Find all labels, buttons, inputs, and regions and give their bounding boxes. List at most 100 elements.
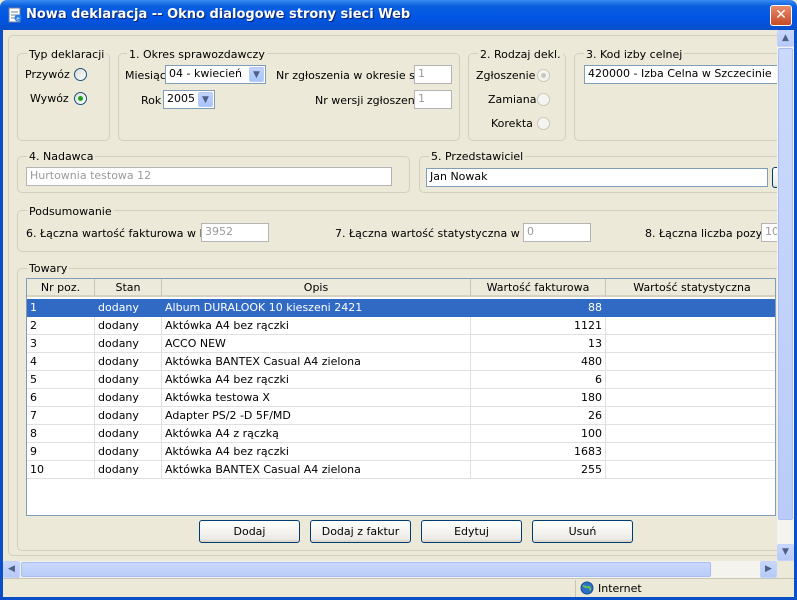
cell-statystyczna: [606, 407, 775, 425]
table-row[interactable]: 10 dodany Aktówka BANTEX Casual A4 zielona…: [27, 461, 775, 479]
usun-button[interactable]: Usuń: [532, 520, 633, 543]
table-header: Nr poz. Stan Opis Wartość fakturowa Wart…: [27, 279, 775, 297]
window-title: Nowa deklaracja -- Okno dialogowe strony…: [26, 7, 411, 22]
cell-opis: Aktówka testowa X: [162, 389, 471, 407]
zgloszenie-radio[interactable]: [537, 69, 550, 82]
status-bar: Internet: [3, 578, 794, 597]
table-row[interactable]: 3 dodany ACCO NEW 13: [27, 335, 775, 353]
cell-nr: 2: [27, 317, 95, 335]
close-button[interactable]: ✕: [770, 5, 792, 26]
cell-stan: dodany: [95, 317, 162, 335]
column-header-nr[interactable]: Nr poz.: [27, 279, 95, 297]
horizontal-scrollbar[interactable]: ◀ ▶: [3, 561, 777, 578]
cell-stan: dodany: [95, 299, 162, 317]
cell-nr: 4: [27, 353, 95, 371]
zamiana-label: Zamiana: [488, 93, 537, 106]
cell-nr: 9: [27, 443, 95, 461]
przywoz-radio[interactable]: [74, 68, 87, 81]
table-row[interactable]: 5 dodany Aktówka A4 bez rączki 6: [27, 371, 775, 389]
towary-table[interactable]: Nr poz. Stan Opis Wartość fakturowa Wart…: [26, 278, 776, 516]
cell-opis: Aktówka A4 bez rączki: [162, 371, 471, 389]
izba-select[interactable]: 420000 - Izba Celna w Szczecinie: [584, 65, 794, 84]
cell-statystyczna: [606, 425, 775, 443]
towary-legend: Towary: [27, 262, 70, 275]
nr-wersji-field[interactable]: 1: [414, 90, 452, 109]
chevron-down-icon[interactable]: ▼: [249, 67, 264, 82]
cell-statystyczna: [606, 443, 775, 461]
column-header-fakturowa[interactable]: Wartość fakturowa: [471, 279, 606, 297]
cell-stan: dodany: [95, 443, 162, 461]
horizontal-scroll-thumb[interactable]: [21, 562, 711, 577]
table-row[interactable]: 2 dodany Aktówka A4 bez rączki 1121: [27, 317, 775, 335]
miesiac-select[interactable]: 04 - kwiecień ▼: [165, 65, 266, 84]
cell-opis: Aktówka A4 bez rączki: [162, 443, 471, 461]
table-row[interactable]: 4 dodany Aktówka BANTEX Casual A4 zielona 4…: [27, 353, 775, 371]
status-zone: Internet: [575, 580, 794, 597]
cell-fakturowa: 6: [471, 371, 606, 389]
cell-opis: Aktówka BANTEX Casual A4 zielona: [162, 353, 471, 371]
cell-statystyczna: [606, 335, 775, 353]
nr-zgloszenia-field[interactable]: 1: [414, 65, 452, 84]
nr-zgloszenia-label: Nr zgłoszenia w okresie spr.: [276, 69, 429, 82]
korekta-radio[interactable]: [537, 117, 550, 130]
cell-fakturowa: 1683: [471, 443, 606, 461]
fakturowa-field[interactable]: 3952: [201, 223, 269, 242]
cell-stan: dodany: [95, 335, 162, 353]
cell-opis: Adapter PS/2 -D 5F/MD: [162, 407, 471, 425]
cell-fakturowa: 26: [471, 407, 606, 425]
przedstawiciel-field[interactable]: Jan Nowak: [426, 168, 768, 187]
cell-fakturowa: 1121: [471, 317, 606, 335]
cell-statystyczna: [606, 317, 775, 335]
table-row[interactable]: 8 dodany Aktówka A4 z rączką 100: [27, 425, 775, 443]
table-row[interactable]: 7 dodany Adapter PS/2 -D 5F/MD 26: [27, 407, 775, 425]
cell-fakturowa: 100: [471, 425, 606, 443]
zamiana-radio[interactable]: [537, 93, 550, 106]
column-header-opis[interactable]: Opis: [162, 279, 471, 297]
cell-nr: 3: [27, 335, 95, 353]
przedstawiciel-legend: 5. Przedstawiciel: [429, 150, 526, 163]
cell-opis: ACCO NEW: [162, 335, 471, 353]
cell-stan: dodany: [95, 425, 162, 443]
cell-statystyczna: [606, 353, 775, 371]
column-header-stan[interactable]: Stan: [95, 279, 162, 297]
miesiac-value: 04 - kwiecień: [169, 67, 242, 80]
table-row[interactable]: 6 dodany Aktówka testowa X 180: [27, 389, 775, 407]
table-row[interactable]: 9 dodany Aktówka A4 bez rączki 1683: [27, 443, 775, 461]
cell-statystyczna: [606, 461, 775, 479]
vertical-scroll-thumb[interactable]: [778, 48, 793, 520]
rok-select[interactable]: 2005 ▼: [163, 90, 215, 109]
ie-page-icon: e: [7, 7, 23, 23]
cell-nr: 5: [27, 371, 95, 389]
fakturowa-label: 6. Łączna wartość fakturowa w PLN: [26, 227, 221, 240]
cell-opis: Aktówka BANTEX Casual A4 zielona: [162, 461, 471, 479]
izba-legend: 3. Kod izby celnej: [584, 48, 685, 61]
dodaj-button[interactable]: Dodaj: [199, 520, 300, 543]
podsumowanie-legend: Podsumowanie: [27, 205, 114, 218]
edytuj-button[interactable]: Edytuj: [421, 520, 522, 543]
nadawca-field[interactable]: Hurtownia testowa 12: [26, 167, 392, 186]
vertical-scrollbar[interactable]: ▲ ▼: [777, 30, 794, 561]
dodaj-z-faktur-button[interactable]: Dodaj z faktur: [310, 520, 411, 543]
wywoz-radio[interactable]: [74, 92, 87, 105]
cell-fakturowa: 255: [471, 461, 606, 479]
cell-stan: dodany: [95, 353, 162, 371]
globe-icon: [580, 581, 594, 598]
column-header-statystyczna[interactable]: Wartość statystyczna: [606, 279, 775, 297]
rok-label: Rok: [141, 94, 162, 107]
cell-fakturowa: 180: [471, 389, 606, 407]
table-row[interactable]: 1 dodany Album DURALOOK 10 kieszeni 2421 88: [27, 299, 775, 317]
scroll-up-icon[interactable]: ▲: [777, 30, 794, 47]
statystyczna-field[interactable]: 0: [523, 223, 591, 242]
nr-wersji-label: Nr wersji zgłoszenia: [315, 94, 425, 107]
wywoz-label: Wywóz: [30, 92, 69, 105]
scroll-right-icon[interactable]: ▶: [760, 561, 777, 578]
typ-deklaracji-legend: Typ deklaracji: [27, 48, 107, 61]
scroll-down-icon[interactable]: ▼: [777, 544, 794, 561]
statystyczna-label: 7. Łączna wartość statystyczna w PLN: [335, 227, 545, 240]
scroll-left-icon[interactable]: ◀: [3, 561, 20, 578]
pozycji-label: 8. Łączna liczba pozycji: [645, 227, 775, 240]
chevron-down-icon[interactable]: ▼: [198, 92, 213, 107]
zgloszenie-label: Zgłoszenie: [476, 69, 536, 82]
rodzaj-legend: 2. Rodzaj dekl.: [478, 48, 563, 61]
cell-statystyczna: [606, 299, 775, 317]
